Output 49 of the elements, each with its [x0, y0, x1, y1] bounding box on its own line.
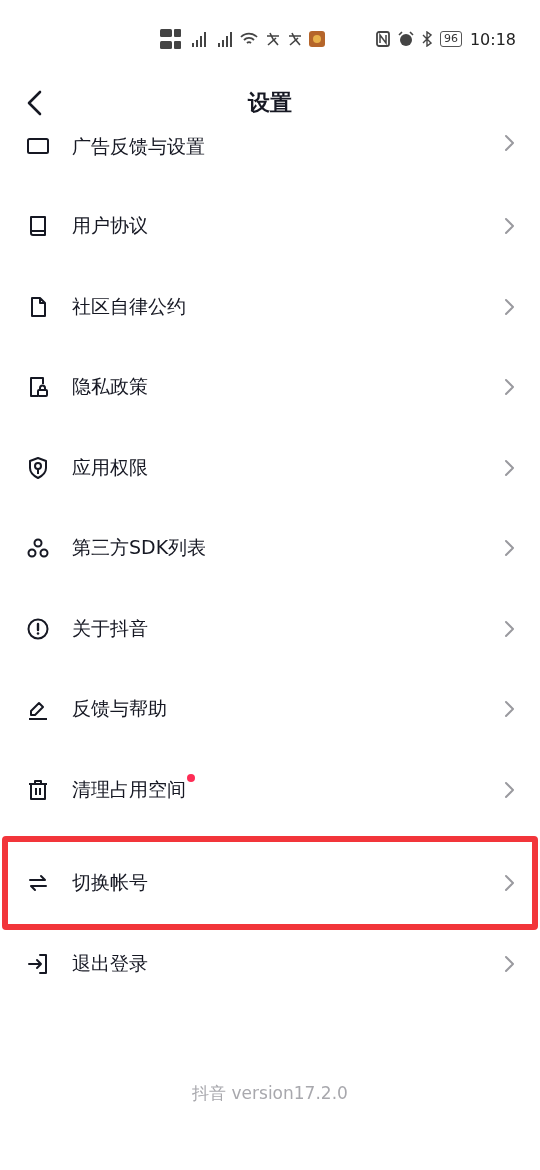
battery-level: 96 — [439, 31, 462, 47]
chevron-right-icon — [504, 539, 516, 558]
chevron-right-icon — [504, 378, 516, 397]
settings-item[interactable]: 广告反馈与设置 — [0, 128, 540, 186]
item-label: 切换帐号 — [72, 870, 148, 895]
game-icon — [309, 31, 325, 47]
app-notification-icon — [287, 31, 303, 47]
trash-icon — [26, 777, 50, 802]
chevron-right-icon — [504, 619, 516, 638]
chevron-right-icon — [504, 700, 516, 719]
bluetooth-icon — [421, 31, 432, 47]
chevron-right-icon — [504, 780, 516, 799]
exit-icon — [26, 952, 50, 976]
chevron-right-icon — [504, 217, 516, 236]
highlighted-settings-item[interactable]: 切换帐号 — [2, 836, 538, 930]
item-label: 用户协议 — [72, 213, 148, 239]
page-title: 设置 — [248, 89, 292, 117]
item-label: 广告反馈与设置 — [72, 134, 205, 159]
settings-item[interactable]: 第三方SDK列表 — [0, 508, 540, 589]
settings-item[interactable]: 反馈与帮助 — [0, 669, 540, 750]
chevron-right-icon — [504, 458, 516, 477]
settings-item[interactable]: 清理占用空间 — [0, 749, 540, 830]
settings-item[interactable]: 关于抖音 — [0, 588, 540, 669]
shield-icon — [26, 455, 50, 480]
sim-icon — [160, 29, 181, 49]
settings-item[interactable]: 用户协议 — [0, 186, 540, 267]
item-label: 隐私政策 — [72, 374, 148, 400]
settings-item[interactable]: 隐私政策 — [0, 347, 540, 428]
settings-item[interactable]: 社区自律公约 — [0, 266, 540, 347]
settings-item[interactable]: 应用权限 — [0, 427, 540, 508]
chevron-right-icon — [504, 955, 516, 973]
item-label: 关于抖音 — [72, 615, 148, 641]
item-label: 清理占用空间 — [72, 776, 186, 802]
chevron-right-icon — [504, 134, 516, 152]
chevron-right-icon — [504, 297, 516, 316]
app-notification-icon — [265, 31, 281, 47]
wifi-icon — [239, 31, 259, 47]
chevron-right-icon — [504, 874, 516, 892]
item-label: 第三方SDK列表 — [72, 535, 207, 561]
item-label: 应用权限 — [72, 454, 148, 480]
settings-item[interactable]: 退出登录 — [0, 930, 540, 998]
item-label: 反馈与帮助 — [72, 696, 167, 722]
item-label: 社区自律公约 — [72, 293, 186, 319]
exclamation-circle-icon — [26, 616, 50, 641]
version-text: 抖音 version17.2.0 — [192, 1082, 348, 1104]
clock-time: 10:18 — [469, 29, 516, 49]
alarm-icon — [397, 31, 414, 47]
nfc-icon — [375, 31, 390, 47]
item-label: 退出登录 — [72, 951, 148, 976]
